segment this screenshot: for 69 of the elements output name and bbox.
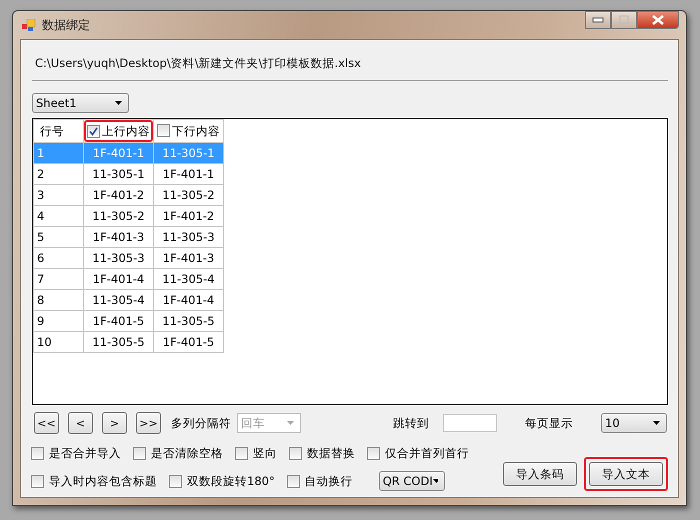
file-path: C:\Users\yuqh\Desktop\资料\新建文件夹\打印模板数据.xlsx	[35, 56, 362, 71]
goto-field[interactable]	[443, 414, 497, 432]
table-cell: 11-305-4	[84, 290, 154, 310]
caret-icon	[432, 479, 438, 483]
table-cell: 1F-401-4	[154, 290, 224, 310]
window-title: 数据绑定	[42, 16, 90, 34]
import-button[interactable]: 导入文本	[589, 462, 663, 486]
table-cell: 8	[34, 290, 84, 310]
table-cell: 4	[34, 206, 84, 226]
page-size-dropdown[interactable]: 10	[601, 413, 667, 433]
table-cell: 11-305-5	[154, 310, 224, 332]
table-cell: 5	[34, 226, 84, 248]
table-cell: 1F-401-2	[154, 206, 224, 226]
sheet-dropdown[interactable]: Sheet1	[32, 93, 129, 113]
table-cell: 6	[34, 248, 84, 268]
option-checkbox[interactable]: 是否清除空格	[133, 446, 223, 461]
table-cell: 11-305-3	[84, 248, 154, 268]
caret-icon	[287, 421, 294, 425]
table-cell: 11-305-2	[84, 206, 154, 226]
close-button[interactable]	[637, 11, 679, 29]
app-icon	[22, 19, 36, 31]
minimize-icon	[592, 17, 604, 23]
table-cell: 1F-401-3	[84, 226, 154, 248]
table-cell: 9	[34, 310, 84, 332]
option-checkbox[interactable]: 双数段旋转180°	[169, 474, 275, 488]
table-cell: 1F-401-5	[84, 310, 154, 332]
table-cell: 1F-401-5	[154, 332, 224, 352]
column-header[interactable]: 下行内容	[154, 120, 224, 142]
option-checkbox[interactable]: 数据替换	[289, 446, 355, 461]
table-cell: 11-305-4	[154, 268, 224, 290]
table-cell: 11-305-1	[154, 142, 224, 164]
table-cell: 7	[34, 268, 84, 290]
table-cell: 11-305-1	[84, 164, 154, 184]
page-nav-button[interactable]: >>	[136, 412, 161, 434]
code-type-dropdown[interactable]: QR CODI	[378, 471, 445, 491]
table-cell: 1F-401-1	[84, 142, 154, 164]
separator-label: 多列分隔符	[171, 416, 231, 430]
option-checkbox[interactable]: 自动换行	[286, 474, 353, 488]
table-cell: 2	[34, 164, 84, 184]
table-cell: 11-305-2	[154, 184, 224, 206]
option-checkbox[interactable]: 导入时内容包含标题	[31, 474, 157, 488]
table-cell: 1F-401-3	[154, 248, 224, 268]
close-icon	[651, 15, 665, 25]
table-cell: 1	[34, 142, 84, 164]
page-size-label: 每页显示	[525, 416, 573, 430]
table-cell: 10	[34, 332, 84, 352]
table-cell: 3	[34, 184, 84, 206]
option-checkbox[interactable]: 竖向	[235, 446, 277, 461]
page-nav-button[interactable]: <<	[34, 412, 59, 434]
option-checkbox[interactable]: 仅合并首列首行	[367, 446, 469, 461]
minimize-button[interactable]	[585, 11, 611, 29]
table-cell: 1F-401-4	[84, 268, 154, 290]
option-checkbox[interactable]: 是否合并导入	[31, 446, 121, 461]
checkbox[interactable]	[87, 124, 100, 138]
maximize-icon	[618, 15, 630, 25]
table-cell: 1F-401-1	[154, 164, 224, 184]
caret-icon	[115, 101, 122, 105]
table-cell: 11-305-3	[154, 226, 224, 248]
maximize-button[interactable]	[611, 11, 637, 29]
table-cell: 11-305-5	[84, 332, 154, 352]
import-button[interactable]: 导入条码	[503, 462, 577, 486]
column-header[interactable]: 行号	[34, 120, 84, 142]
page-nav-button[interactable]: >	[102, 412, 127, 434]
table-cell: 1F-401-2	[84, 184, 154, 206]
page-nav-button[interactable]: <	[68, 412, 93, 434]
checkbox[interactable]	[157, 124, 170, 136]
column-header[interactable]: 上行内容	[84, 120, 154, 142]
caret-icon	[653, 421, 660, 425]
goto-label: 跳转到	[393, 416, 429, 430]
